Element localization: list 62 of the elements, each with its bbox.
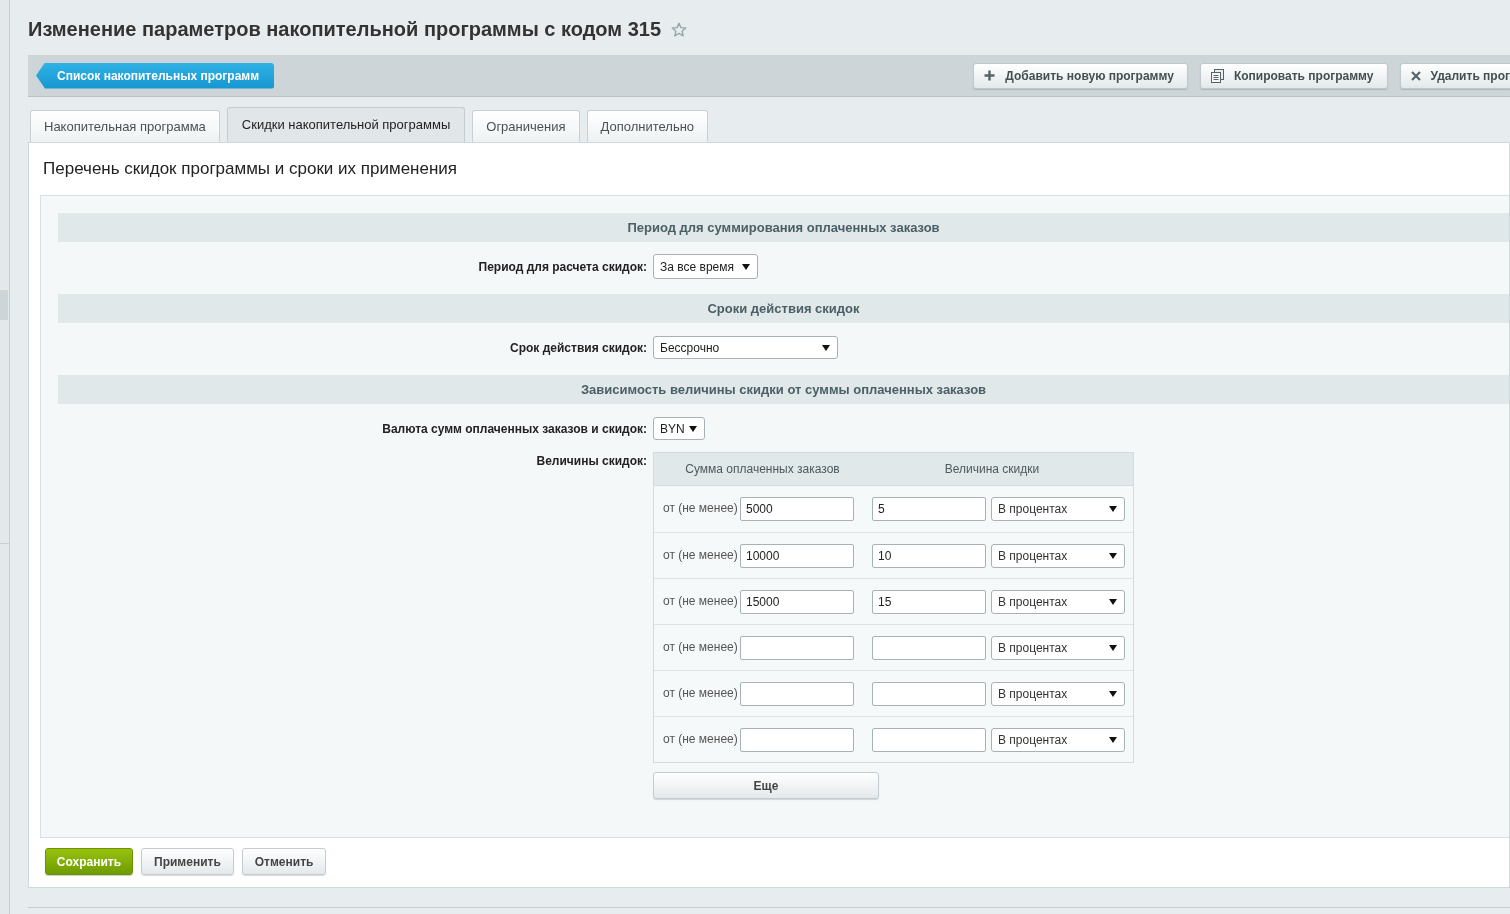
section-header: Зависимость величины скидки от суммы оплаченных заказов: [58, 375, 1509, 404]
discount-input[interactable]: 5: [872, 497, 986, 521]
plus-icon: [984, 70, 996, 81]
column-header: Величина скидки: [943, 461, 1041, 478]
caret-icon: [689, 425, 697, 432]
unit-dropdown[interactable]: В процентах: [991, 497, 1125, 521]
amount-input[interactable]: 15000: [740, 589, 854, 614]
amount-input[interactable]: [740, 727, 854, 752]
caret-icon: [1109, 506, 1117, 512]
amount-prefix: от (не менее): [663, 592, 739, 610]
unit-dropdown[interactable]: В процентах: [991, 589, 1125, 614]
more-button[interactable]: Еще: [653, 772, 879, 799]
section-header: Сроки действия скидок: [58, 294, 1509, 323]
amount-prefix: от (не менее): [663, 684, 739, 702]
tab[interactable]: Ограничения: [472, 110, 580, 142]
amount-input[interactable]: [740, 681, 854, 706]
discount-input[interactable]: [872, 681, 986, 706]
form-button[interactable]: Применить: [141, 848, 234, 875]
star-icon: [671, 22, 688, 38]
section-header: Период для суммирования оплаченных заказов: [58, 213, 1509, 242]
sidebar-handle[interactable]: [0, 290, 8, 320]
caret-icon: [1109, 736, 1117, 743]
field-label: Срок действия скидок:: [510, 339, 647, 357]
discount-input[interactable]: 10: [872, 543, 986, 568]
field-label: Величины скидок:: [536, 453, 647, 470]
dropdown[interactable]: BYN: [653, 417, 705, 440]
amount-prefix: от (не менее): [663, 500, 739, 517]
field-label: Период для расчета скидок:: [478, 258, 647, 276]
amount-prefix: от (не менее): [663, 638, 739, 656]
caret-icon: [1109, 552, 1117, 559]
amount-prefix: от (не менее): [663, 730, 739, 748]
caret-icon: [1109, 644, 1117, 651]
caret-icon: [742, 263, 750, 270]
discount-input[interactable]: 15: [872, 589, 986, 614]
discount-input[interactable]: [872, 727, 986, 752]
dropdown[interactable]: Бессрочно: [653, 336, 838, 359]
close-icon: [1410, 70, 1421, 81]
tab[interactable]: Скидки накопительной программы: [226, 107, 466, 142]
unit-dropdown[interactable]: В процентах: [991, 543, 1125, 568]
amount-input[interactable]: 5000: [740, 497, 854, 521]
amount-input[interactable]: 10000: [740, 543, 854, 568]
section-heading: Перечень скидок программы и сроки их применения: [42, 158, 459, 181]
unit-dropdown[interactable]: В процентах: [991, 727, 1125, 752]
amount-input[interactable]: [740, 635, 854, 660]
form-button[interactable]: Отменить: [241, 848, 327, 875]
tab[interactable]: Дополнительно: [586, 110, 709, 142]
unit-dropdown[interactable]: В процентах: [991, 635, 1125, 660]
copy-icon: [1210, 68, 1224, 83]
discount-input[interactable]: [872, 635, 986, 660]
caret-icon: [822, 344, 830, 351]
field-label: Валюта сумм оплаченных заказов и скидок:: [382, 420, 647, 438]
caret-icon: [1109, 690, 1117, 697]
column-header: Сумма оплаченных заказов: [684, 461, 841, 478]
page-title: Изменение параметров накопительной программы с кодом 315: [28, 17, 662, 41]
copy-program-button[interactable]: Копировать программу: [1199, 62, 1388, 89]
caret-icon: [1109, 598, 1117, 605]
tab[interactable]: Накопительная программа: [30, 110, 220, 142]
dropdown[interactable]: За все время: [653, 254, 758, 279]
delete-program-button[interactable]: Удалить прог: [1399, 62, 1510, 89]
amount-prefix: от (не менее): [663, 546, 739, 564]
add-program-button[interactable]: Добавить новую программу: [973, 62, 1188, 89]
unit-dropdown[interactable]: В процентах: [991, 681, 1125, 706]
